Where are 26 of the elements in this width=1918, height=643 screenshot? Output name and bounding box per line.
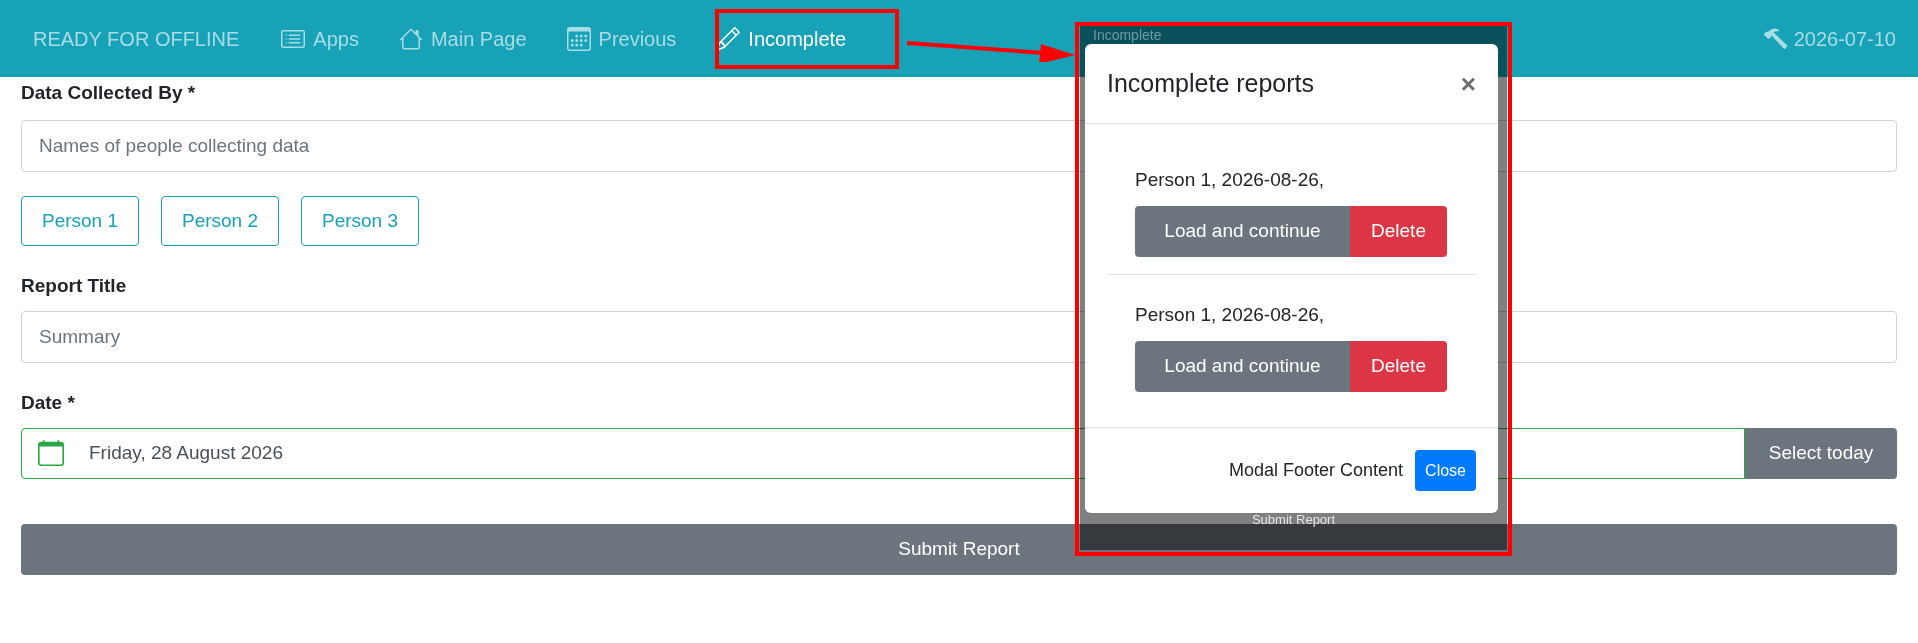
modal-title: Incomplete reports (1107, 67, 1315, 99)
close-button[interactable]: × (1460, 70, 1476, 97)
input-field[interactable]: Names of people collecting data (21, 120, 1897, 172)
calendar-icon (566, 26, 591, 51)
field-label: Data Collected By * (21, 82, 196, 104)
footer-text: Modal Footer Content (1229, 459, 1404, 482)
delete-button[interactable]: Delete (1350, 341, 1447, 392)
nav-link[interactable]: Incomplete (704, 23, 859, 54)
load-button[interactable]: Load and continue (1135, 341, 1350, 392)
load-button[interactable]: Load and continue (1135, 206, 1350, 257)
home-icon (398, 26, 423, 51)
field-label: Date * (21, 392, 75, 414)
brand-text: READY FOR OFFLINE (33, 26, 240, 52)
pencil-icon (716, 26, 741, 51)
backdrop-text: Incomplete (1093, 27, 1162, 43)
backdrop-text: Submit Report (1251, 513, 1336, 527)
select-today-button[interactable]: Select today (1745, 428, 1897, 479)
hammer-icon (1763, 26, 1788, 51)
field-label: Report Title (21, 275, 127, 297)
date-text: 2026-07-10 (1793, 26, 1896, 52)
delete-button[interactable]: Delete (1350, 206, 1447, 257)
person-button[interactable]: Person 2 (161, 196, 279, 246)
person-button[interactable]: Person 1 (21, 196, 139, 246)
calendar-icon (38, 440, 64, 466)
person-button[interactable]: Person 3 (301, 196, 419, 246)
close-button[interactable]: Close (1415, 450, 1476, 491)
